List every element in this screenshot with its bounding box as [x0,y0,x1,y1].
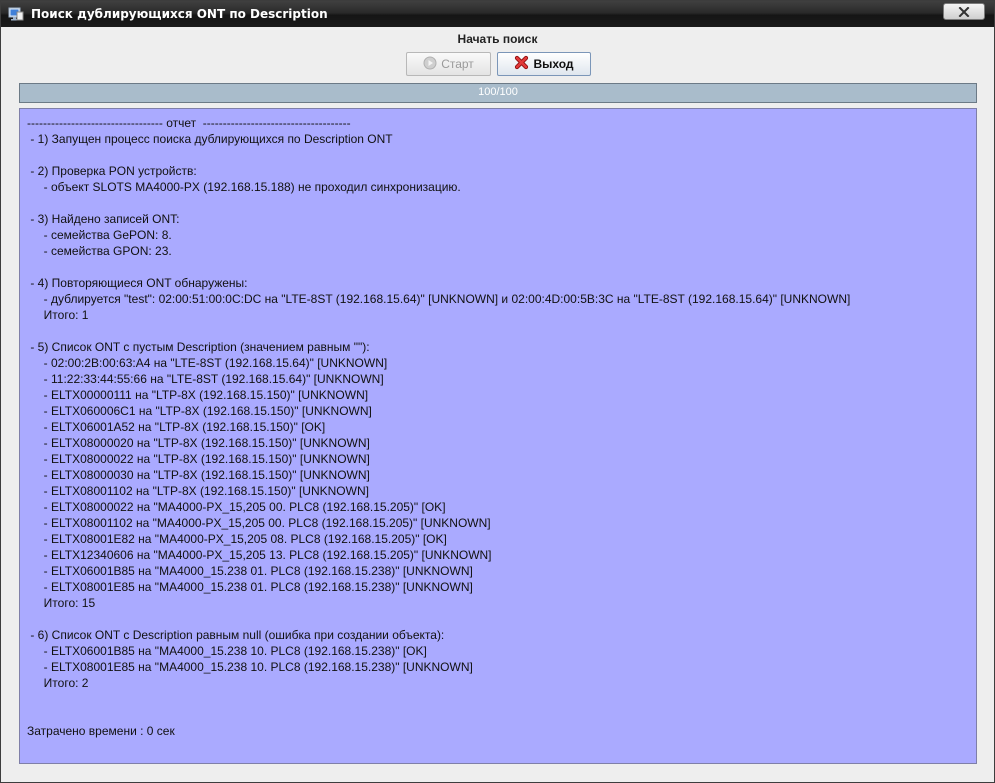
report-line: - 4) Повторяющиеся ONT обнаружены: [27,276,248,290]
play-disabled-icon [423,56,437,73]
report-line: - ELTX08001102 на "LTP-8X (192.168.15.15… [27,484,369,498]
search-heading: Начать поиск [457,32,538,46]
report-line [27,611,976,627]
report-line: - дублируется "test": 02:00:51:00:0C:DC … [27,292,851,306]
progress-bar: 100/100 [19,83,977,103]
report-line: - 6) Список ONT с Description равным nul… [27,628,445,642]
report-line: - ELTX06001A52 на "LTP-8X (192.168.15.15… [27,420,326,434]
report-line: - ELTX08000022 на "LTP-8X (192.168.15.15… [27,452,370,466]
report-line [27,195,976,211]
title-bar[interactable]: Поиск дублирующихся ONT по Description [1,1,994,27]
report-line [27,323,976,339]
window-title: Поиск дублирующихся ONT по Description [31,7,328,21]
report-line: - ELTX08000020 на "LTP-8X (192.168.15.15… [27,436,370,450]
report-line [27,147,976,163]
window-close-button[interactable] [943,3,985,20]
exit-button[interactable]: Выход [497,52,591,76]
dialog-window: Поиск дублирующихся ONT по Description Н… [0,0,995,783]
report-line: - 2) Проверка PON устройств: [27,164,197,178]
monitor-app-icon [8,6,24,22]
report-line: - 5) Список ONT с пустым Description (зн… [27,340,370,354]
report-line: Итого: 2 [27,676,89,690]
start-button[interactable]: Старт [406,52,491,76]
report-line: - ELTX06001B85 на "MA4000_15.238 10. PLC… [27,644,427,658]
report-line: - 02:00:2B:00:63:A4 на "LTE-8ST (192.168… [27,356,388,370]
report-line: - 1) Запущен процесс поиска дублирующихс… [27,132,393,146]
report-line: - ELTX00000111 на "LTP-8X (192.168.15.15… [27,388,369,402]
report-line [27,707,976,723]
report-line: Затрачено времени : 0 сек [27,724,175,738]
report-line: - ELTX08001E85 на "MA4000_15.238 01. PLC… [27,580,473,594]
report-line: - ELTX060006C1 на "LTP-8X (192.168.15.15… [27,404,372,418]
report-line: - ELTX08000022 на "MA4000-PX_15,205 00. … [27,500,446,514]
report-line: - ELTX08001102 на "MA4000-PX_15,205 00. … [27,516,491,530]
report-line: - ELTX08001E85 на "MA4000_15.238 10. PLC… [27,660,473,674]
report-line: - ELTX08001E82 на "MA4000-PX_15,205 08. … [27,532,447,546]
report-line: ---------------------------------- отчет… [27,116,351,130]
report-line: - семейства GePON: 8. [27,228,172,242]
report-line: - объект SLOTS MA4000-PX (192.168.15.188… [27,180,461,194]
report-line: Итого: 15 [27,596,96,610]
report-line: - ELTX12340606 на "MA4000-PX_15,205 13. … [27,548,492,562]
report-line: - 11:22:33:44:55:66 на "LTE-8ST (192.168… [27,372,384,386]
report-line [27,259,976,275]
start-button-label: Старт [441,57,474,71]
report-line: - семейства GPON: 23. [27,244,172,258]
report-line [27,691,976,707]
progress-text: 100/100 [478,86,518,98]
report-line: - 3) Найдено записей ONT: [27,212,180,226]
report-line: - ELTX06001B85 на "MA4000_15.238 01. PLC… [27,564,473,578]
report-text-area[interactable]: ---------------------------------- отчет… [19,108,977,764]
exit-button-label: Выход [533,57,574,71]
report-line: - ELTX08000030 на "LTP-8X (192.168.15.15… [27,468,370,482]
red-x-icon [514,55,529,73]
close-x-icon [958,6,970,17]
report-line: Итого: 1 [27,308,89,322]
